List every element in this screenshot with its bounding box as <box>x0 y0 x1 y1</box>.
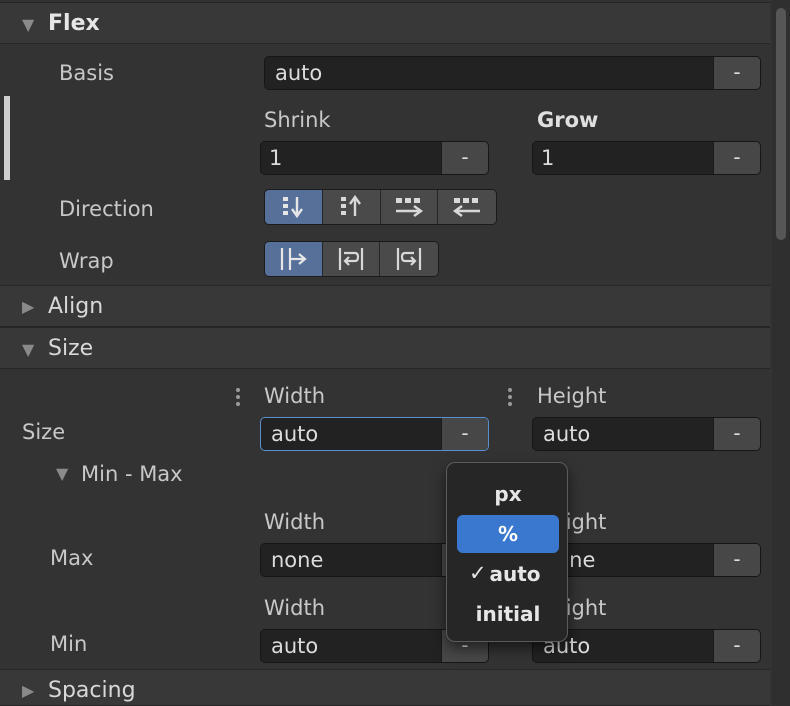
shrink-label: Shrink <box>264 108 331 132</box>
wrap-nowrap-button[interactable] <box>265 242 323 276</box>
height-label: Height <box>537 384 607 408</box>
grow-label: Grow <box>537 108 599 132</box>
minmax-label: Min - Max <box>81 462 183 486</box>
row-marker <box>4 96 10 180</box>
shrink-field[interactable]: 1 - <box>260 141 489 175</box>
wrap-wrap-button[interactable] <box>322 242 381 276</box>
height-options-icon[interactable] <box>507 388 513 409</box>
wrap-label: Wrap <box>59 249 114 273</box>
grow-field[interactable]: 1 - <box>532 141 761 175</box>
max-label: Max <box>50 546 94 570</box>
height-field[interactable]: auto - <box>532 417 761 451</box>
direction-column-button[interactable] <box>265 190 323 224</box>
width-field[interactable]: auto - <box>260 417 489 451</box>
direction-row-button[interactable] <box>380 190 439 224</box>
direction-column-reverse-icon <box>341 195 362 216</box>
minmax-toggle[interactable]: ▼ Min - Max <box>56 462 183 486</box>
grow-value[interactable]: 1 <box>541 146 554 170</box>
width-label: Width <box>264 384 326 408</box>
triangle-right-icon: ▶ <box>22 681 35 700</box>
max-height-unit-button[interactable]: - <box>713 544 760 576</box>
max-width-value[interactable]: none <box>271 548 323 572</box>
menu-item-px[interactable]: px <box>457 475 559 513</box>
triangle-right-icon: ▶ <box>22 297 35 316</box>
wrap-button-group <box>264 241 439 277</box>
section-title-flex: Flex <box>48 11 100 36</box>
shrink-value[interactable]: 1 <box>269 146 282 170</box>
basis-value[interactable]: auto <box>275 61 322 85</box>
unit-dropdown-menu: px % ✓ auto initial <box>446 462 568 642</box>
direction-row-reverse-button[interactable] <box>438 190 496 224</box>
basis-label: Basis <box>59 61 114 85</box>
direction-button-group <box>264 189 497 225</box>
scrollbar-thumb[interactable] <box>776 8 786 240</box>
menu-item-initial[interactable]: initial <box>457 595 559 633</box>
wrap-reverse-button[interactable] <box>380 242 438 276</box>
height-unit-button[interactable]: - <box>713 418 760 450</box>
triangle-down-icon: ▼ <box>22 340 35 359</box>
scrollbar[interactable] <box>772 0 790 706</box>
wrap-icon <box>338 248 364 270</box>
basis-unit-button[interactable]: - <box>713 57 760 89</box>
triangle-down-icon: ▼ <box>22 15 35 34</box>
min-label: Min <box>50 632 88 656</box>
section-header-size[interactable]: ▼ Size <box>0 327 770 369</box>
width-value[interactable]: auto <box>271 422 318 446</box>
section-header-flex[interactable]: ▼ Flex <box>0 2 770 44</box>
menu-item-percent[interactable]: % <box>457 515 559 553</box>
max-width-label: Width <box>264 510 326 534</box>
min-width-label: Width <box>264 596 326 620</box>
height-value[interactable]: auto <box>543 422 590 446</box>
shrink-unit-button[interactable]: - <box>441 142 488 174</box>
width-unit-button[interactable]: - <box>441 418 488 450</box>
section-header-spacing[interactable]: ▶ Spacing <box>0 669 770 706</box>
min-width-value[interactable]: auto <box>271 634 318 658</box>
min-height-unit-button[interactable]: - <box>713 630 760 662</box>
triangle-down-icon: ▼ <box>56 464 69 483</box>
direction-column-icon <box>283 197 304 219</box>
section-title-spacing: Spacing <box>48 678 136 703</box>
section-title-size: Size <box>48 336 94 361</box>
grow-unit-button[interactable]: - <box>713 142 760 174</box>
direction-column-reverse-button[interactable] <box>322 190 381 224</box>
size-label: Size <box>22 420 66 444</box>
nowrap-icon <box>281 248 308 270</box>
basis-field[interactable]: auto - <box>264 56 761 90</box>
direction-row-icon <box>395 198 423 217</box>
width-options-icon[interactable] <box>235 388 241 409</box>
section-header-align[interactable]: ▶ Align <box>0 285 770 327</box>
section-title-align: Align <box>48 294 104 319</box>
direction-row-reverse-icon <box>453 198 481 217</box>
wrap-reverse-icon <box>397 248 422 270</box>
menu-item-auto[interactable]: ✓ auto <box>457 555 559 593</box>
direction-label: Direction <box>59 197 154 221</box>
